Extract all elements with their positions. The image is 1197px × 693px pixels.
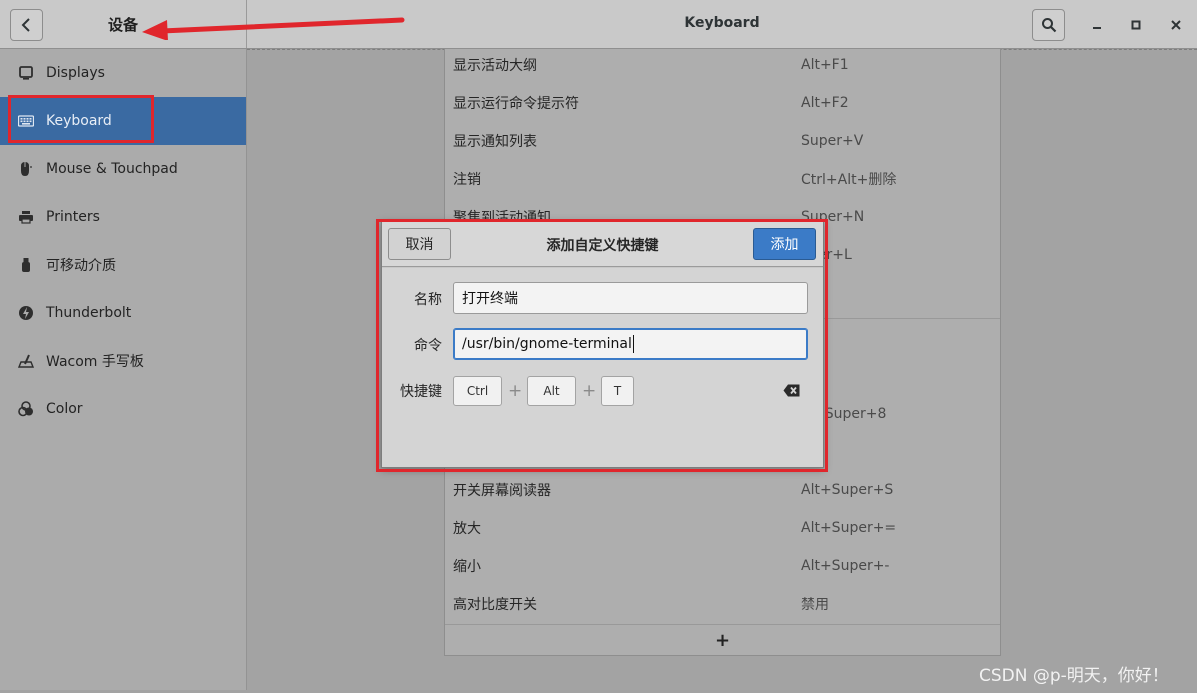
sidebar-item-label: Thunderbolt [46, 305, 132, 321]
panel-title: 设备 [108, 16, 139, 34]
chevron-left-icon [21, 18, 30, 32]
shortcut-row[interactable]: 开关屏幕阅读器 Alt+Super+S [445, 471, 1000, 509]
close-icon [1171, 20, 1181, 30]
usb-drive-icon [17, 256, 35, 274]
search-button[interactable] [1032, 9, 1065, 41]
sidebar-item-removable-media[interactable]: 可移动介质 [0, 241, 246, 289]
sidebar-item-label: 可移动介质 [46, 258, 116, 274]
sidebar-item-printers[interactable]: Printers [0, 193, 246, 241]
maximize-icon [1131, 20, 1141, 30]
printer-icon [17, 208, 35, 226]
sidebar-item-label: Mouse & Touchpad [46, 161, 178, 177]
shortcut-row[interactable]: 显示运行命令提示符 Alt+F2 [445, 84, 1000, 122]
back-button[interactable] [10, 9, 43, 41]
sidebar-item-color[interactable]: Color [0, 385, 246, 433]
sidebar-item-displays[interactable]: Displays [0, 49, 246, 97]
mouse-icon [17, 160, 35, 178]
annotation-box-keyboard [8, 95, 154, 143]
display-icon [17, 64, 35, 82]
search-icon [1041, 18, 1056, 33]
shortcut-row[interactable]: 放大 Alt+Super+= [445, 509, 1000, 547]
minimize-button[interactable] [1086, 14, 1108, 36]
sidebar: Displays Keyboard Mouse & Touchpad Print… [0, 49, 247, 690]
watermark: CSDN @p-明天，你好！ [979, 666, 1169, 686]
sidebar-item-wacom-tablet[interactable]: Wacom 手写板 [0, 337, 246, 385]
minimize-icon [1093, 27, 1101, 29]
thunderbolt-icon [17, 304, 35, 322]
shortcut-row[interactable]: 高对比度开关 禁用 [445, 585, 1000, 623]
sidebar-item-label: Wacom 手写板 [46, 354, 144, 370]
sidebar-item-mouse-touchpad[interactable]: Mouse & Touchpad [0, 145, 246, 193]
shortcut-row[interactable]: 注销 Ctrl+Alt+删除 [445, 160, 1000, 198]
shortcut-row[interactable]: 缩小 Alt+Super+- [445, 547, 1000, 585]
shortcut-row[interactable]: 显示通知列表 Super+V [445, 122, 1000, 160]
annotation-box-dialog [376, 219, 828, 472]
add-shortcut-button[interactable]: + [445, 624, 1000, 656]
settings-window: 设备 Keyboard Displays Keyboard Mouse & To… [0, 0, 1197, 693]
annotation-arrow-icon [142, 17, 405, 40]
color-icon [17, 400, 35, 418]
sidebar-item-thunderbolt[interactable]: Thunderbolt [0, 289, 246, 337]
shortcut-row[interactable]: 显示活动大纲 Alt+F1 [445, 46, 1000, 84]
sidebar-item-label: Color [46, 401, 83, 417]
tablet-icon [17, 352, 35, 370]
sidebar-item-label: Displays [46, 65, 105, 81]
maximize-button[interactable] [1125, 14, 1147, 36]
close-button[interactable] [1165, 14, 1187, 36]
sidebar-item-label: Printers [46, 209, 100, 225]
